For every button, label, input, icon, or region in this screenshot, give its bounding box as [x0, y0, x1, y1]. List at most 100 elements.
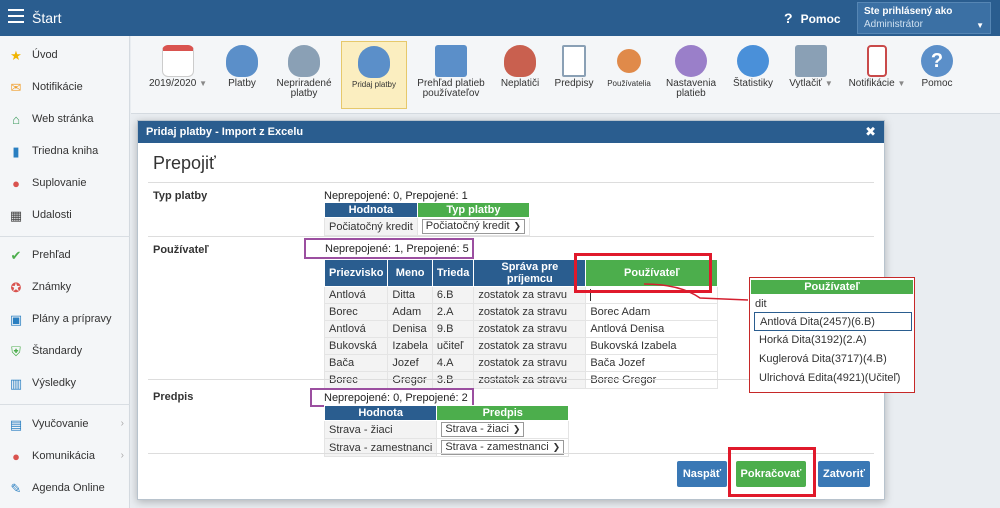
toolbar-prehlad-platieb[interactable]: Prehľad platieb používateľov: [411, 41, 491, 109]
toolbar-pridaj-platby[interactable]: Pridaj platby: [341, 41, 407, 109]
briefcase-icon: ▣: [9, 312, 23, 327]
user-picker-cell[interactable]: Borec Gregor: [585, 371, 719, 389]
toolbar-statistiky[interactable]: Štatistiky: [727, 41, 779, 109]
toolbar-notifikacie[interactable]: Notifikácie ▼: [843, 41, 911, 109]
user-option[interactable]: Antlová Dita(2457)(6.B): [754, 312, 912, 331]
toolbar: 2019/2020 ▼ Platby Nepriradené platby Pr…: [131, 36, 1000, 114]
page-title: Štart: [32, 10, 62, 26]
section-label-typ-platby: Typ platby: [153, 190, 208, 202]
ledger-icon: [435, 45, 467, 77]
sidebar: ★ Úvod ✉ Notifikácie ⌂ Web stránka ▮ Triedna…: [0, 36, 130, 508]
chevron-down-icon: ▼: [199, 79, 207, 88]
user-select-popup: Používateľ dit Antlová Dita(2457)(6.B) H…: [749, 277, 915, 393]
table-row: Bača Jozef 4.A zostatok za stravu Bača J…: [323, 354, 719, 372]
pen-icon: ✎: [10, 481, 22, 496]
user-option[interactable]: Kuglerová Dita(3717)(4.B): [754, 350, 912, 369]
table-row: Bukovská Izabela učiteľ zostatok za stra…: [323, 337, 719, 355]
star-icon: ★: [10, 48, 22, 63]
user-picker-cell[interactable]: Antlová Denisa: [585, 320, 719, 338]
sidebar-item-znamky[interactable]: ✪ Známky: [0, 274, 130, 302]
toolbar-neplatici[interactable]: Neplatiči: [495, 41, 545, 109]
gear-icon: [675, 45, 707, 77]
user-icon: [617, 49, 641, 73]
pouzivatel-summary: Neprepojené: 1, Prepojené: 5: [325, 243, 469, 255]
grade-icon: ✪: [10, 280, 22, 295]
sidebar-item-uvod[interactable]: ★ Úvod: [0, 42, 130, 70]
divider: [148, 236, 874, 237]
phone-icon: [867, 45, 887, 77]
document-icon: [562, 45, 586, 77]
calendar-icon: [162, 45, 194, 77]
user-menu[interactable]: Ste prihlásený ako Administrátor ▼: [857, 2, 991, 34]
table-row: Počiatočný kredit Počiatočný kredit ❯: [324, 217, 531, 236]
predpis-select[interactable]: Strava - žiaci ❯: [441, 422, 525, 437]
predpis-summary: Neprepojené: 0, Prepojené: 2: [324, 392, 468, 404]
sidebar-item-udalosti[interactable]: ▦ Udalosti: [0, 202, 130, 230]
typ-table: Hodnota Typ platby Počiatočný kredit Poč…: [324, 202, 531, 236]
table-row: Borec Gregor 3.B zostatok za stravu Bore…: [323, 371, 719, 389]
top-bar: Štart ? Pomoc Ste prihlásený ako Administ…: [0, 0, 1000, 36]
money-bag-question-icon: [288, 45, 320, 77]
chevron-right-icon: ›: [120, 450, 124, 461]
chat-icon: ●: [12, 449, 20, 464]
toolbar-pouzivatelia[interactable]: Používatelia: [603, 41, 655, 109]
sidebar-item-prehlad[interactable]: ✔ Prehľad: [0, 242, 130, 270]
toolbar-platby[interactable]: Platby: [219, 41, 265, 109]
shield-icon: ⛨: [11, 344, 21, 359]
sidebar-item-agenda[interactable]: ✎ Agenda Online: [0, 475, 130, 503]
sidebar-item-web[interactable]: ⌂ Web stránka: [0, 106, 130, 134]
sidebar-item-plany[interactable]: ▣ Plány a prípravy: [0, 306, 130, 334]
chart-icon: [737, 45, 769, 77]
section-label-predpis: Predpis: [153, 391, 194, 403]
typ-summary: Neprepojené: 0, Prepojené: 1: [324, 190, 468, 202]
predpis-table: Hodnota Predpis Strava - žiaci Strava - …: [323, 405, 570, 457]
book-icon: ▮: [12, 144, 20, 159]
close-button[interactable]: Zatvoriť: [818, 461, 870, 487]
printer-icon: [795, 45, 827, 77]
envelope-icon: ✉: [10, 80, 22, 95]
close-icon[interactable]: ✖: [865, 124, 876, 140]
sidebar-item-notifikacie[interactable]: ✉ Notifikácie: [0, 74, 130, 102]
chevron-down-icon: ❯: [552, 442, 561, 452]
connector-arrow: [643, 283, 749, 301]
sidebar-item-triedna-kniha[interactable]: ▮ Triedna kniha: [0, 138, 130, 166]
money-bag-icon: [226, 45, 258, 77]
chevron-down-icon: ❯: [512, 424, 521, 434]
user-option[interactable]: Ulrichová Edita(4921)(Učiteľ): [754, 369, 912, 388]
toolbar-vytlacit[interactable]: Vytlačiť ▼: [783, 41, 839, 109]
chevron-down-icon: ▼: [976, 21, 984, 30]
toolbar-nastavenia-platieb[interactable]: Nastavenia platieb: [659, 41, 723, 109]
open-book-icon: ▤: [9, 417, 23, 432]
table-row: Antlová Denisa 9.B zostatok za stravu An…: [323, 320, 719, 338]
user-picker-cell[interactable]: Bukovská Izabela: [585, 337, 719, 355]
sidebar-item-komunikacia[interactable]: ● Komunikácia ›: [0, 443, 130, 471]
sidebar-item-suplovanie[interactable]: ● Suplovanie: [0, 170, 130, 198]
toolbar-predpisy[interactable]: Predpisy: [551, 41, 597, 109]
menu-icon[interactable]: [8, 9, 24, 23]
chevron-down-icon: ❯: [513, 221, 522, 231]
chevron-down-icon: ▼: [897, 79, 906, 88]
help-icon: ?: [921, 45, 953, 77]
question-icon: ?: [784, 10, 793, 26]
typ-select[interactable]: Počiatočný kredit ❯: [421, 219, 526, 234]
user-search-input[interactable]: dit: [755, 298, 767, 310]
sidebar-divider: [0, 236, 130, 237]
toolbar-pomoc[interactable]: ? Pomoc: [915, 41, 959, 109]
sidebar-item-standardy[interactable]: ⛨ Štandardy: [0, 338, 130, 366]
toolbar-school-year[interactable]: 2019/2020 ▼: [147, 41, 209, 109]
chevron-right-icon: ›: [120, 418, 124, 429]
bar-chart-icon: ▥: [9, 376, 23, 391]
divider: [148, 182, 874, 183]
check-circle-icon: ✔: [10, 248, 22, 263]
person-icon: ●: [12, 176, 20, 191]
help-link[interactable]: ? Pomoc: [784, 10, 841, 26]
dialog-header: Pridaj platby - Import z Excelu ✖: [138, 121, 884, 143]
user-picker-cell[interactable]: Bača Jozef: [585, 354, 719, 372]
sidebar-item-vysledky[interactable]: ▥ Výsledky: [0, 370, 130, 398]
toolbar-nepriradene[interactable]: Nepriradené platby: [271, 41, 337, 109]
user-options-list: Antlová Dita(2457)(6.B) Horká Dita(3192)…: [754, 312, 912, 388]
user-option[interactable]: Horká Dita(3192)(2.A): [754, 331, 912, 350]
back-button[interactable]: Naspäť: [677, 461, 727, 487]
sidebar-divider: [0, 404, 130, 405]
sidebar-item-vyucovanie[interactable]: ▤ Vyučovanie ›: [0, 411, 130, 439]
